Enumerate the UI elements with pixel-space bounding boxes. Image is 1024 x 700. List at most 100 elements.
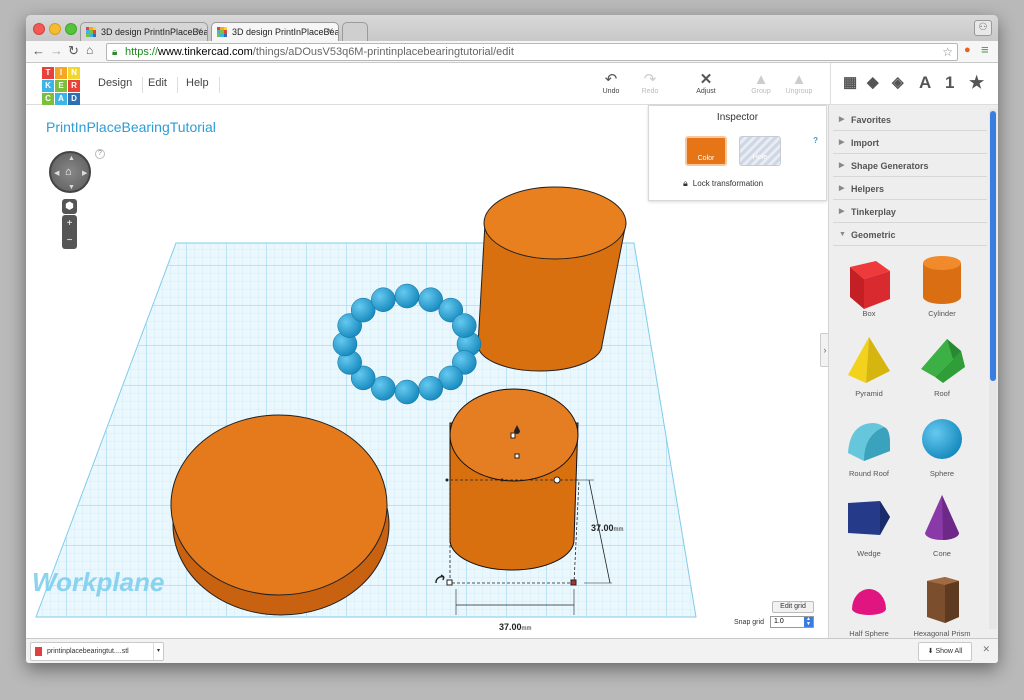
extension-icon[interactable]: ●: [964, 44, 971, 56]
back-icon[interactable]: ←: [32, 43, 45, 58]
scrollbar-thumb[interactable]: [990, 111, 996, 381]
inspector-help-icon[interactable]: ?: [813, 136, 818, 145]
shape-sphere[interactable]: Sphere: [907, 411, 977, 489]
adjust-button[interactable]: ✕ Adjust: [689, 71, 723, 95]
group-icon: ▲: [753, 71, 769, 88]
fit-view-button[interactable]: ⬢: [62, 199, 77, 214]
view-navigation-control[interactable]: ▲ ▼ ◀ ▶ ⌂: [49, 151, 91, 193]
logo-letter: E: [55, 80, 67, 92]
shape-cylinder[interactable]: Cylinder: [907, 251, 977, 329]
menu-icon[interactable]: ≡: [981, 42, 989, 57]
minimize-window-button[interactable]: [49, 23, 61, 35]
height-unit: mm: [613, 527, 624, 533]
shape-hexagonal-prism[interactable]: Hexagonal Prism: [907, 571, 977, 638]
category-helpers[interactable]: ▶ Helpers: [833, 178, 987, 200]
workplane-label: Workplane: [32, 567, 165, 597]
zoom-out-button[interactable]: −: [62, 232, 77, 249]
ring-ball[interactable]: [394, 379, 420, 405]
profile-icon[interactable]: ⚇: [974, 20, 992, 36]
cube-wire-icon[interactable]: ◈: [892, 73, 904, 91]
height-dimension[interactable]: 37.00mm: [591, 523, 624, 533]
close-tab-icon[interactable]: ✕: [195, 26, 203, 37]
zoom-in-button[interactable]: +: [62, 215, 77, 232]
browser-tab-active[interactable]: 3D design PrintInPlaceBea ✕: [211, 22, 339, 41]
grid-view-icon[interactable]: ▦: [843, 73, 857, 91]
panel-scrollbar[interactable]: [989, 109, 997, 629]
home-view-icon[interactable]: ⌂: [65, 166, 72, 178]
snap-grid-select[interactable]: 1.0 ▲ ▼: [770, 616, 814, 628]
category-geometric[interactable]: ▼ Geometric: [833, 224, 987, 246]
height-value: 37.00: [591, 523, 614, 533]
orbit-right-icon[interactable]: ▶: [82, 169, 87, 177]
bookmark-star-icon[interactable]: ☆: [942, 44, 953, 60]
logo-letter: C: [42, 93, 54, 105]
category-import[interactable]: ▶ Import: [833, 132, 987, 154]
shape-label: Wedge: [857, 549, 881, 558]
expand-arrow-icon: ▶: [839, 185, 845, 192]
shape-round-roof[interactable]: Round Roof: [834, 411, 904, 489]
category-label: Geometric: [851, 230, 896, 240]
shape-wedge[interactable]: Wedge: [834, 491, 904, 569]
text-icon[interactable]: A: [919, 73, 931, 93]
inspector-panel: Inspector Color Hole ? 🔒︎ Lock transforma…: [648, 105, 827, 201]
reload-icon[interactable]: ↻: [68, 43, 79, 59]
shape-cone[interactable]: Cone: [907, 491, 977, 569]
maximize-window-button[interactable]: [65, 23, 77, 35]
category-tinkerplay[interactable]: ▶ Tinkerplay: [833, 201, 987, 223]
shape-pyramid[interactable]: Pyramid: [834, 331, 904, 409]
menu-help[interactable]: Help: [176, 77, 220, 93]
tab-title: 3D design PrintInPlaceBea: [101, 27, 208, 37]
shape-roof[interactable]: Roof: [907, 331, 977, 409]
group-button[interactable]: ▲ Group: [744, 71, 778, 95]
width-unit: mm: [521, 626, 532, 632]
ungroup-button[interactable]: ▲ Ungroup: [782, 71, 816, 95]
tab-title: 3D design PrintInPlaceBea: [232, 27, 339, 37]
orbit-down-icon[interactable]: ▼: [68, 184, 75, 191]
show-all-downloads-button[interactable]: ⬇ Show All: [918, 642, 972, 661]
select-spinner-icon: ▲ ▼: [804, 617, 813, 627]
download-item[interactable]: printinplacebearingtut....stl ▾: [30, 642, 164, 661]
color-swatch[interactable]: Color: [685, 136, 727, 166]
tinkercad-logo[interactable]: TIN KER CAD: [42, 67, 82, 105]
close-tab-icon[interactable]: ✕: [326, 26, 334, 37]
hole-swatch[interactable]: Hole: [739, 136, 781, 166]
width-dimension[interactable]: 37.00mm: [499, 622, 532, 632]
logo-letter: K: [42, 80, 54, 92]
ring-ball[interactable]: [371, 287, 396, 312]
orbit-up-icon[interactable]: ▲: [68, 155, 75, 162]
close-download-bar-icon[interactable]: ✕: [982, 644, 990, 655]
number-icon[interactable]: 1: [945, 73, 954, 93]
forward-icon[interactable]: →: [50, 43, 63, 58]
browser-tab[interactable]: 3D design PrintInPlaceBea ✕: [80, 22, 208, 41]
download-options-icon[interactable]: ▾: [153, 643, 163, 660]
collapse-arrow-icon: ▼: [839, 231, 846, 238]
new-tab-button[interactable]: [342, 22, 368, 41]
menu-edit[interactable]: Edit: [138, 77, 178, 93]
edit-grid-button[interactable]: Edit grid: [772, 601, 814, 613]
roof-icon: [921, 339, 965, 383]
menu-design[interactable]: Design: [88, 77, 144, 93]
cube-solid-icon[interactable]: ◆: [867, 73, 879, 91]
ring-ball[interactable]: [394, 283, 420, 309]
redo-button[interactable]: ↷ Redo: [633, 71, 667, 95]
address-bar[interactable]: 🔒︎ https://www.tinkercad.com/things/aDOu…: [106, 43, 958, 61]
ring-ball[interactable]: [452, 313, 477, 338]
shape-half-sphere[interactable]: Half Sphere: [834, 571, 904, 638]
design-title[interactable]: PrintInPlaceBearingTutorial: [46, 119, 216, 135]
tab-strip: 3D design PrintInPlaceBea ✕ 3D design Pr…: [26, 15, 998, 41]
category-shape-generators[interactable]: ▶ Shape Generators: [833, 155, 987, 177]
view-toolbar: ▦ ◆ ◈ A 1 ★: [830, 63, 998, 105]
logo-letter: A: [55, 93, 67, 105]
flat-disc[interactable]: [170, 414, 390, 616]
ring-ball[interactable]: [418, 376, 443, 401]
close-window-button[interactable]: [33, 23, 45, 35]
category-favorites[interactable]: ▶ Favorites: [833, 109, 987, 131]
lock-transformation-toggle[interactable]: 🔒︎ Lock transformation: [683, 178, 763, 189]
shape-box[interactable]: Box: [834, 251, 904, 329]
orbit-left-icon[interactable]: ◀: [54, 169, 59, 177]
category-label: Helpers: [851, 184, 885, 194]
star-icon[interactable]: ★: [969, 73, 984, 93]
undo-button[interactable]: ↶ Undo: [594, 71, 628, 95]
help-icon[interactable]: ?: [95, 149, 105, 159]
home-icon[interactable]: ⌂: [86, 43, 93, 57]
